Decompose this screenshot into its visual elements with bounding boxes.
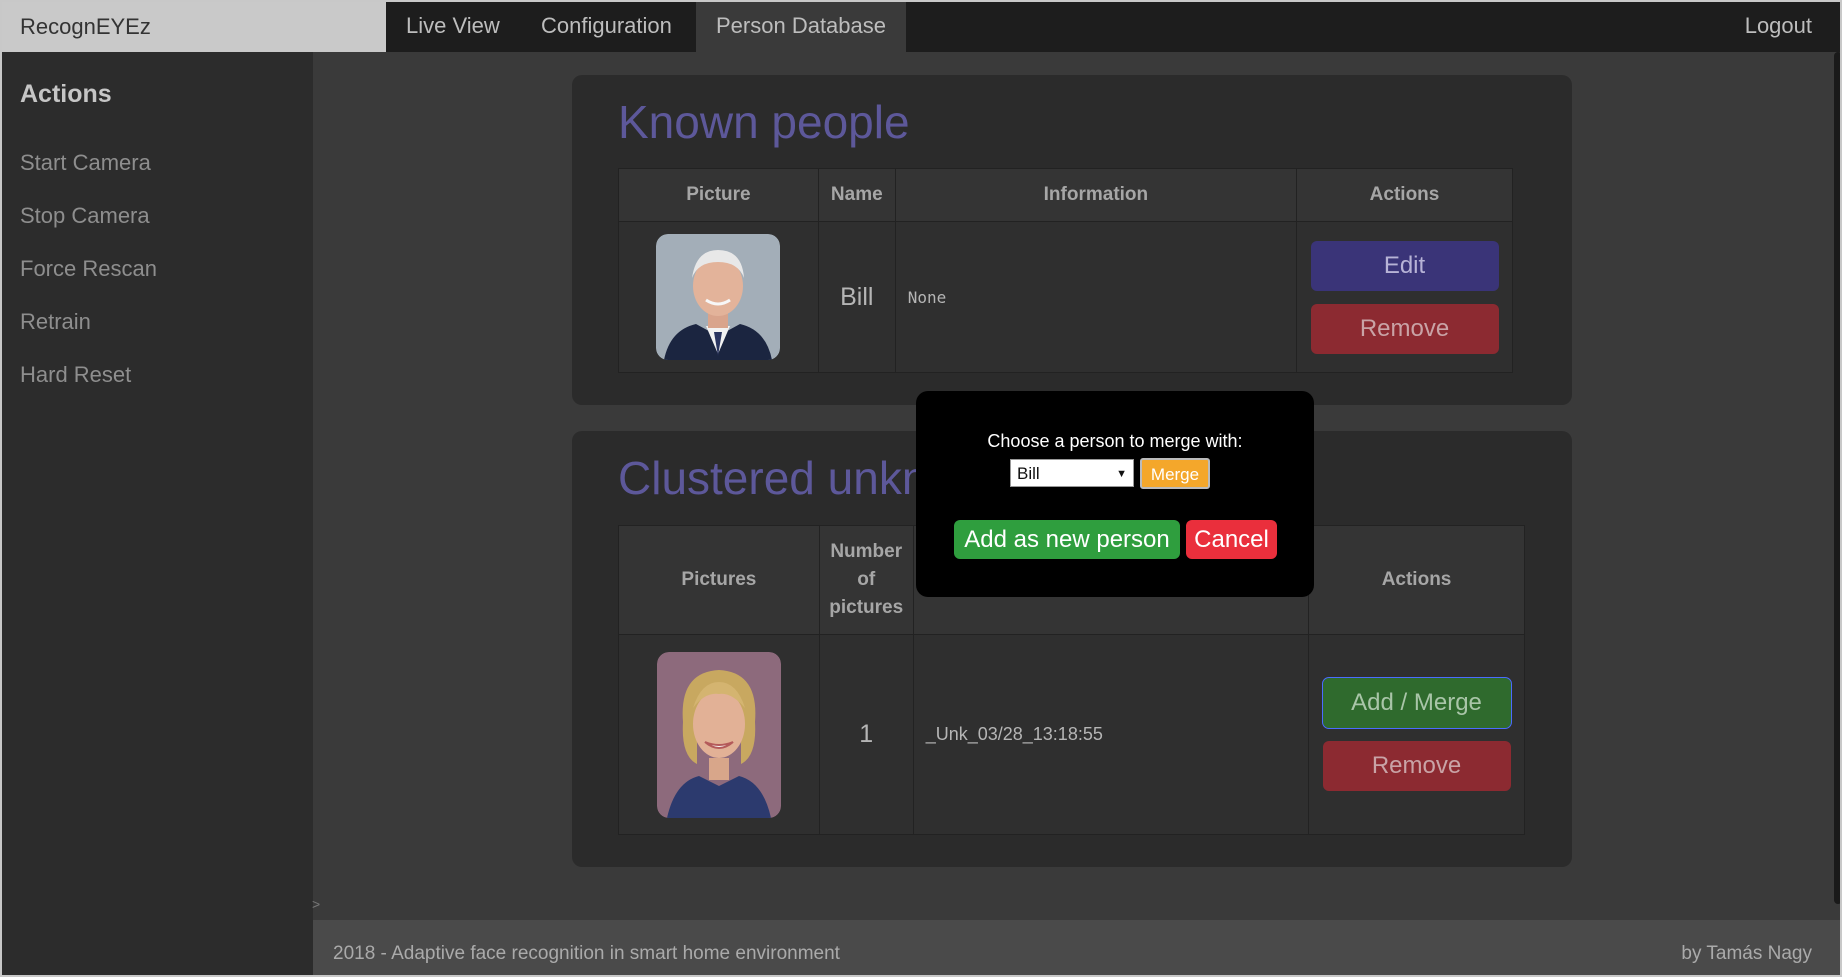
sidebar-item-retrain[interactable]: Retrain: [20, 309, 91, 335]
picture-cell: [618, 221, 819, 373]
picture-count: 1: [818, 634, 914, 835]
dropdown-arrow-icon: ▼: [1116, 468, 1127, 480]
sidebar-item-hard-reset[interactable]: Hard Reset: [20, 362, 131, 388]
column-header-number-of-pictures: Number of pictures: [818, 525, 914, 635]
sidebar-toggle-handle[interactable]: >: [312, 896, 320, 912]
column-header-line: Number: [830, 541, 903, 562]
column-header: Picture: [618, 168, 819, 222]
column-header: Pictures: [618, 525, 820, 635]
footer: 2018 - Adaptive face recognition in smar…: [313, 920, 1842, 977]
column-header: Information: [894, 168, 1298, 222]
known-people-table: Picture Name Information Actions Bill No…: [618, 168, 1513, 373]
footer-left-text: 2018 - Adaptive face recognition in smar…: [333, 943, 840, 964]
known-people-title: Known people: [618, 96, 910, 148]
column-header-line: of: [857, 569, 876, 590]
merge-dialog-label: Choose a person to merge with:: [987, 431, 1243, 451]
logout-link[interactable]: Logout: [1745, 0, 1812, 52]
column-header: Actions: [1308, 525, 1525, 635]
nav-configuration[interactable]: Configuration: [521, 0, 692, 52]
table-row: 1 _Unk_03/28_13:18:55 Add / Merge Remove: [618, 634, 1525, 835]
sidebar: Actions Start Camera Stop Camera Force R…: [2, 52, 313, 977]
table-row: Bill None Edit Remove: [618, 221, 1513, 373]
remove-button[interactable]: Remove: [1310, 303, 1499, 354]
merge-person-selected: Bill: [1017, 464, 1040, 483]
actions-cell: Edit Remove: [1296, 221, 1513, 373]
clustered-unknown-title: Clustered unkn: [618, 452, 928, 504]
known-people-panel: Known people Picture Name Information Ac…: [572, 75, 1572, 405]
top-navbar: RecognEYEz Live View Configuration Perso…: [0, 0, 1842, 52]
sidebar-item-stop-camera[interactable]: Stop Camera: [20, 203, 150, 229]
sidebar-item-start-camera[interactable]: Start Camera: [20, 150, 151, 176]
brand-logo[interactable]: RecognEYEz: [2, 2, 386, 52]
merge-button[interactable]: Merge: [1140, 458, 1210, 489]
column-header: Name: [817, 168, 896, 222]
person-information: None: [894, 221, 1298, 373]
nav-person-database[interactable]: Person Database: [696, 0, 906, 52]
sidebar-item-force-rescan[interactable]: Force Rescan: [20, 256, 157, 282]
cluster-id: _Unk_03/28_13:18:55: [912, 634, 1310, 835]
nav-live-view[interactable]: Live View: [386, 0, 520, 52]
merge-dialog: Choose a person to merge with: Bill ▼ Me…: [916, 391, 1314, 597]
add-as-new-person-button[interactable]: Add as new person: [954, 520, 1180, 559]
edit-button[interactable]: Edit: [1310, 240, 1499, 291]
pictures-cell: [618, 634, 820, 835]
merge-person-select[interactable]: Bill ▼: [1010, 459, 1134, 487]
column-header-line: pictures: [829, 597, 904, 618]
person-name: Bill: [817, 221, 896, 373]
remove-button[interactable]: Remove: [1322, 741, 1511, 791]
sidebar-title: Actions: [20, 80, 112, 108]
person-photo: [656, 651, 781, 818]
cancel-button[interactable]: Cancel: [1186, 520, 1277, 559]
person-photo: [656, 234, 781, 360]
column-header: Actions: [1296, 168, 1513, 222]
add-merge-button[interactable]: Add / Merge: [1321, 677, 1512, 729]
actions-cell: Add / Merge Remove: [1308, 634, 1525, 835]
vertical-scrollbar[interactable]: [1834, 52, 1842, 904]
footer-author: by Tamás Nagy: [1681, 943, 1812, 964]
